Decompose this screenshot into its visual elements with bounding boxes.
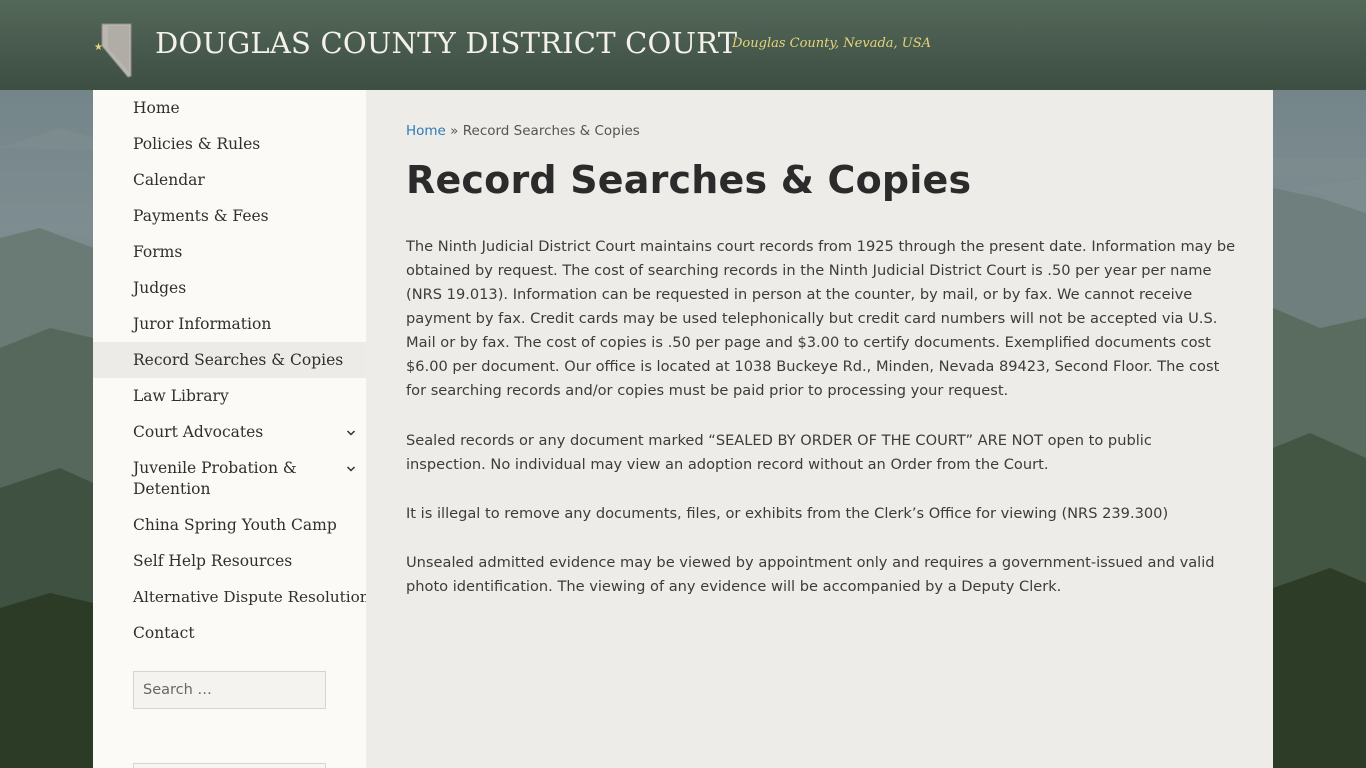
sidebar-item-juvenile-probation[interactable]: Juvenile Probation & Detention <box>93 458 366 500</box>
chevron-down-icon[interactable] <box>346 428 356 438</box>
sidebar-item-label: Forms <box>133 243 183 261</box>
chevron-down-icon[interactable] <box>346 464 356 474</box>
paragraph-records-info: The Ninth Judicial District Court mainta… <box>406 238 1236 399</box>
sidebar-item-china-spring[interactable]: China Spring Youth Camp <box>93 515 366 536</box>
sidebar-item-self-help[interactable]: Self Help Resources <box>93 551 366 572</box>
nevada-state-icon[interactable]: ★ <box>94 22 134 78</box>
sidebar-item-label: Juror Information <box>133 315 272 333</box>
sidebar-item-label: Court Advocates <box>133 423 264 441</box>
site-tagline: Douglas County, Nevada, USA <box>732 36 932 51</box>
site-title[interactable]: DOUGLAS COUNTY DISTRICT COURT <box>155 26 737 60</box>
breadcrumb-separator: » <box>450 123 459 139</box>
paragraph-illegal-removal: It is illegal to remove any documents, f… <box>406 505 1169 522</box>
sidebar-item-adr[interactable]: Alternative Dispute Resolution <box>93 587 370 608</box>
sidebar-item-law-library[interactable]: Law Library <box>93 386 366 407</box>
sidebar-item-payments-fees[interactable]: Payments & Fees <box>93 206 366 227</box>
sidebar-item-label: Policies & Rules <box>133 135 261 153</box>
main-content: Home » Record Searches & Copies Record S… <box>366 90 1273 768</box>
sidebar-item-home[interactable]: Home <box>93 98 366 119</box>
sidebar-item-label: Calendar <box>133 171 205 189</box>
sidebar-item-contact[interactable]: Contact <box>93 623 366 644</box>
sidebar-item-label: China Spring Youth Camp <box>133 516 337 534</box>
breadcrumb: Home » Record Searches & Copies <box>406 123 640 139</box>
sidebar-item-label: Payments & Fees <box>133 207 269 225</box>
sidebar-nav: Home Policies & Rules Calendar Payments … <box>93 90 370 768</box>
paragraph-sealed-records: Sealed records or any document marked “S… <box>406 432 1152 473</box>
sidebar-item-court-advocates[interactable]: Court Advocates <box>93 422 366 443</box>
sidebar-item-label: Juvenile Probation & Detention <box>133 459 297 498</box>
sidebar-item-label: Contact <box>133 624 195 642</box>
sidebar-item-label: Self Help Resources <box>133 552 293 570</box>
paragraph-evidence-viewing: Unsealed admitted evidence may be viewed… <box>406 554 1215 595</box>
sidebar-item-forms[interactable]: Forms <box>93 242 366 263</box>
sidebar-item-label: Alternative Dispute Resolution <box>133 588 370 606</box>
sidebar-item-juror-information[interactable]: Juror Information <box>93 314 366 335</box>
sidebar-item-label: Judges <box>133 279 187 297</box>
sidebar-item-label: Home <box>133 99 180 117</box>
page-title: Record Searches & Copies <box>406 158 972 202</box>
search-input[interactable] <box>133 671 326 709</box>
sidebar-item-record-searches[interactable]: Record Searches & Copies <box>93 342 366 378</box>
sidebar-item-policies-rules[interactable]: Policies & Rules <box>93 134 366 155</box>
sidebar-item-judges[interactable]: Judges <box>93 278 366 299</box>
sidebar-item-label: Law Library <box>133 387 229 405</box>
site-header: ★ DOUGLAS COUNTY DISTRICT COURT Douglas … <box>0 0 1366 90</box>
breadcrumb-current: Record Searches & Copies <box>462 123 640 139</box>
breadcrumb-home-link[interactable]: Home <box>406 123 446 139</box>
sidebar-item-calendar[interactable]: Calendar <box>93 170 366 191</box>
svg-text:★: ★ <box>94 42 103 53</box>
sidebar-item-label: Record Searches & Copies <box>133 351 344 369</box>
sidebar-widget-box[interactable] <box>133 763 326 768</box>
